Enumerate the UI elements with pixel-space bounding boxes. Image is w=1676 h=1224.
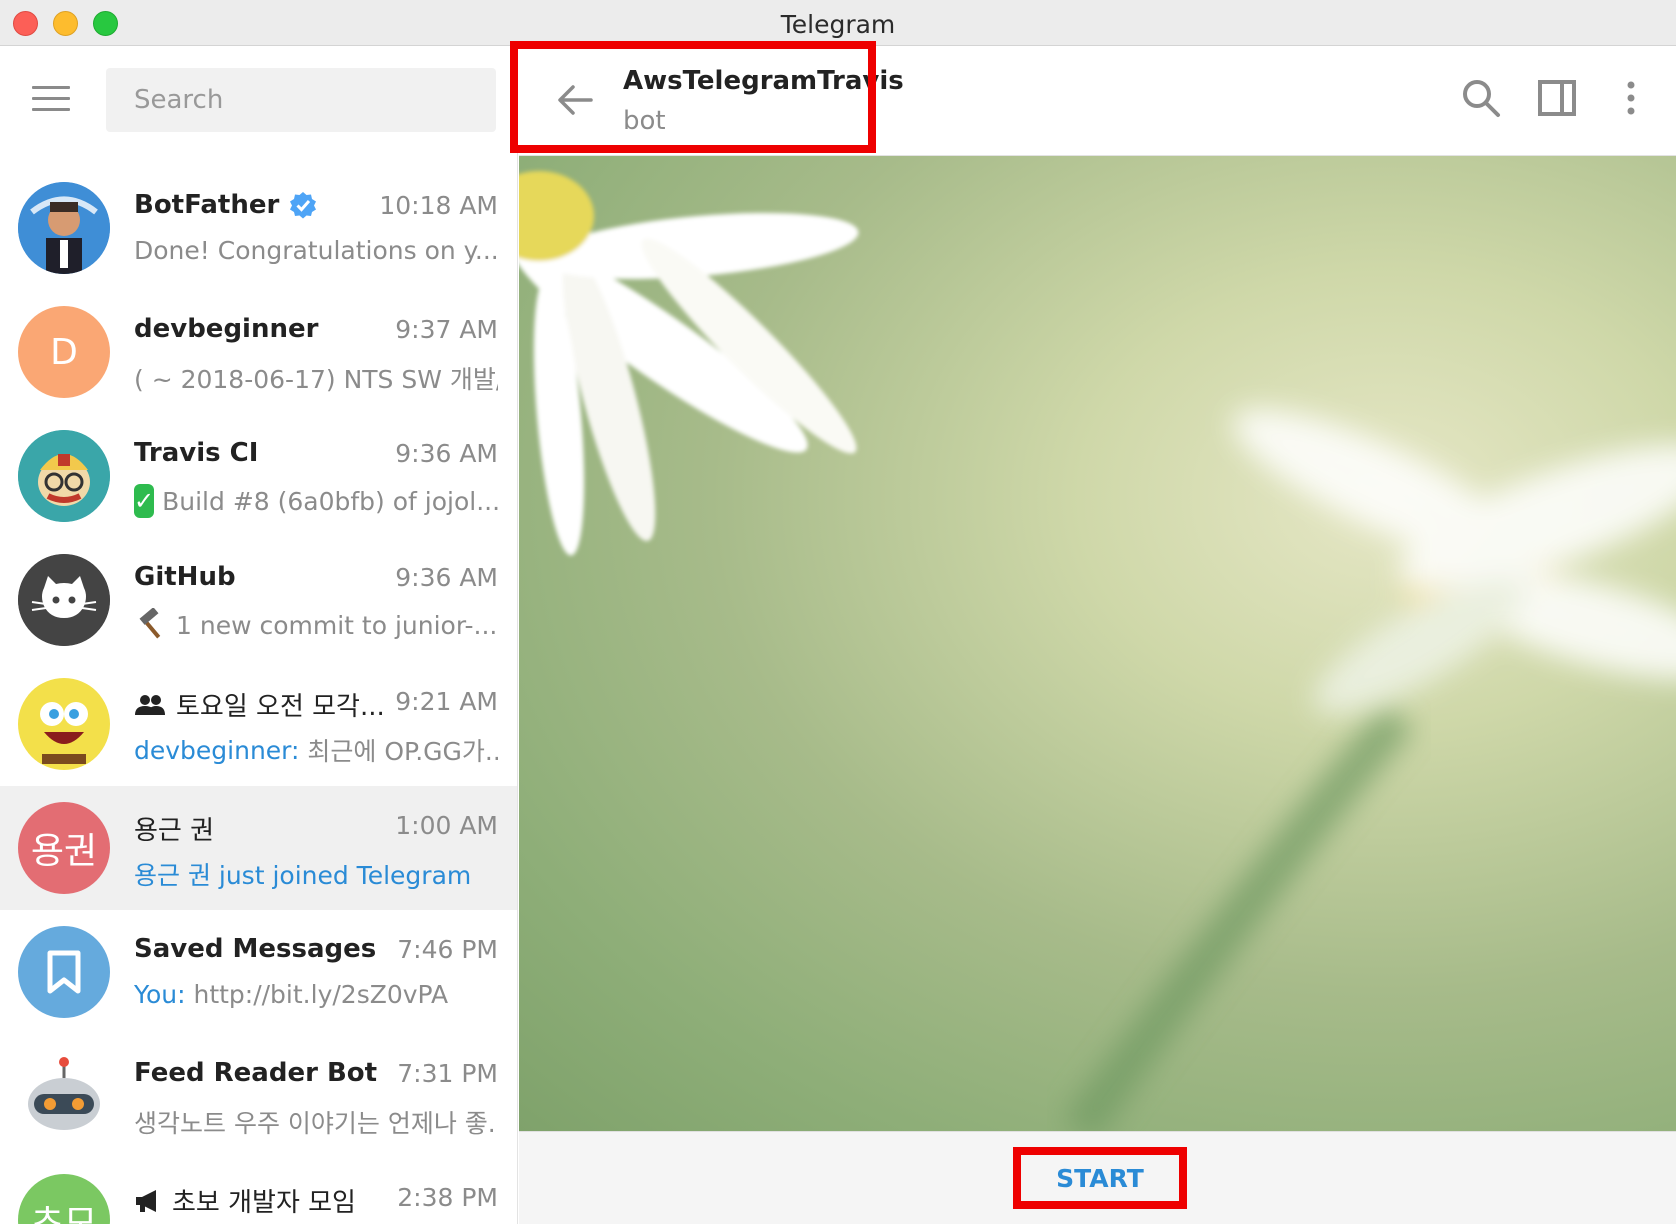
chat-name: GitHub [134,562,236,592]
daisy-wallpaper-image [519,171,1676,1131]
avatar: 용권 [18,802,110,894]
chat-preview: ✓ Build #8 (6a0bfb) of jojol... [134,484,498,518]
chat-time: 9:36 AM [395,563,498,592]
sidebar-toggle-icon[interactable] [1535,76,1579,120]
start-button[interactable]: START [1013,1147,1187,1209]
chat-item-botfather[interactable]: BotFather 10:18 AM Done! Congratulations… [0,166,517,290]
check-mark-emoji-icon: ✓ [134,484,155,518]
chat-preview: 용근 권 just joined Telegram [134,861,472,890]
title-bar: Telegram [0,0,1676,46]
chat-name: 초보 개발자 모임 [134,1182,356,1219]
avatar [18,678,110,770]
chat-time: 9:21 AM [395,687,498,716]
sidebar: BotFather 10:18 AM Done! Congratulations… [0,46,518,1224]
avatar [18,182,110,274]
peer-name[interactable]: AwsTelegramTravis [623,66,904,96]
chat-time: 7:31 PM [397,1059,498,1088]
back-arrow-icon[interactable] [555,80,595,120]
chat-item-feed-reader-bot[interactable]: Feed Reader Bot 7:31 PM 생각노트 우주 이야기는 언제나… [0,1034,517,1158]
avatar [18,554,110,646]
more-options-icon[interactable] [1609,76,1653,120]
avatar: D [18,306,110,398]
avatar [18,1050,110,1142]
hammer-emoji-icon [139,608,161,639]
telegram-window: Telegram BotF [0,0,1676,1224]
chat-preview: 생각노트 우주 이야기는 언제나 좋... [134,1109,498,1138]
chat-preview: 1 new commit to junior-... [134,608,498,642]
search-icon[interactable] [1459,76,1503,120]
chat-item-github[interactable]: GitHub 9:36 AM 1 new commit to junior-..… [0,538,517,662]
chat-name: 용근 권 [134,816,215,846]
window-title: Telegram [780,10,896,39]
chat-background [519,156,1676,1131]
chat-name: BotFather [134,190,317,220]
chat-name: Travis CI [134,438,259,468]
chat-item-saved-messages[interactable]: Saved Messages 7:46 PM You: http://bit.l… [0,910,517,1034]
chat-item-group[interactable]: 토요일 오전 모각... 9:21 AM devbeginner: 최근에 OP… [0,662,517,786]
chat-name: devbeginner [134,314,319,344]
avatar [18,926,110,1018]
avatar: 초모 [18,1174,110,1224]
chat-time: 9:37 AM [395,315,498,344]
chat-item-devbeginner[interactable]: D devbeginner 9:37 AM ( ~ 2018-06-17) NT… [0,290,517,414]
bottom-bar: START [519,1131,1676,1224]
chat-name: Feed Reader Bot [134,1058,378,1088]
search-input[interactable] [106,68,496,132]
group-icon [135,694,165,715]
chat-item-beginner-dev-group[interactable]: 초모 초보 개발자 모임 2:38 PM [0,1158,517,1224]
hamburger-menu-icon[interactable] [32,86,70,112]
chat-time: 10:18 AM [379,191,498,220]
avatar [18,430,110,522]
verified-badge-icon [290,192,317,219]
chat-time: 7:46 PM [397,935,498,964]
chat-name: 토요일 오전 모각... [134,686,385,723]
chat-item-yonggeun-kwon[interactable]: 용권 용근 권 1:00 AM 용근 권 just joined Telegra… [0,786,517,910]
chat-item-travis-ci[interactable]: Travis CI 9:36 AM ✓ Build #8 (6a0bfb) of… [0,414,517,538]
chat-preview: Done! Congratulations on y... [134,236,498,265]
bookmark-icon [47,950,81,994]
chat-time: 9:36 AM [395,439,498,468]
chat-preview: ( ~ 2018-06-17) NTS SW 개발/... [134,365,498,394]
megaphone-icon [136,1189,156,1212]
chat-time: 2:38 PM [397,1183,498,1212]
chat-name: Saved Messages [134,934,377,964]
chat-header: AwsTelegramTravis bot [510,41,1676,156]
chat-preview: You: http://bit.ly/2sZ0vPA [134,980,449,1009]
peer-status: bot [623,106,666,136]
chat-list: BotFather 10:18 AM Done! Congratulations… [0,166,517,1224]
chat-time: 1:00 AM [395,811,498,840]
chat-preview: devbeginner: 최근에 OP.GG가... [134,735,498,767]
